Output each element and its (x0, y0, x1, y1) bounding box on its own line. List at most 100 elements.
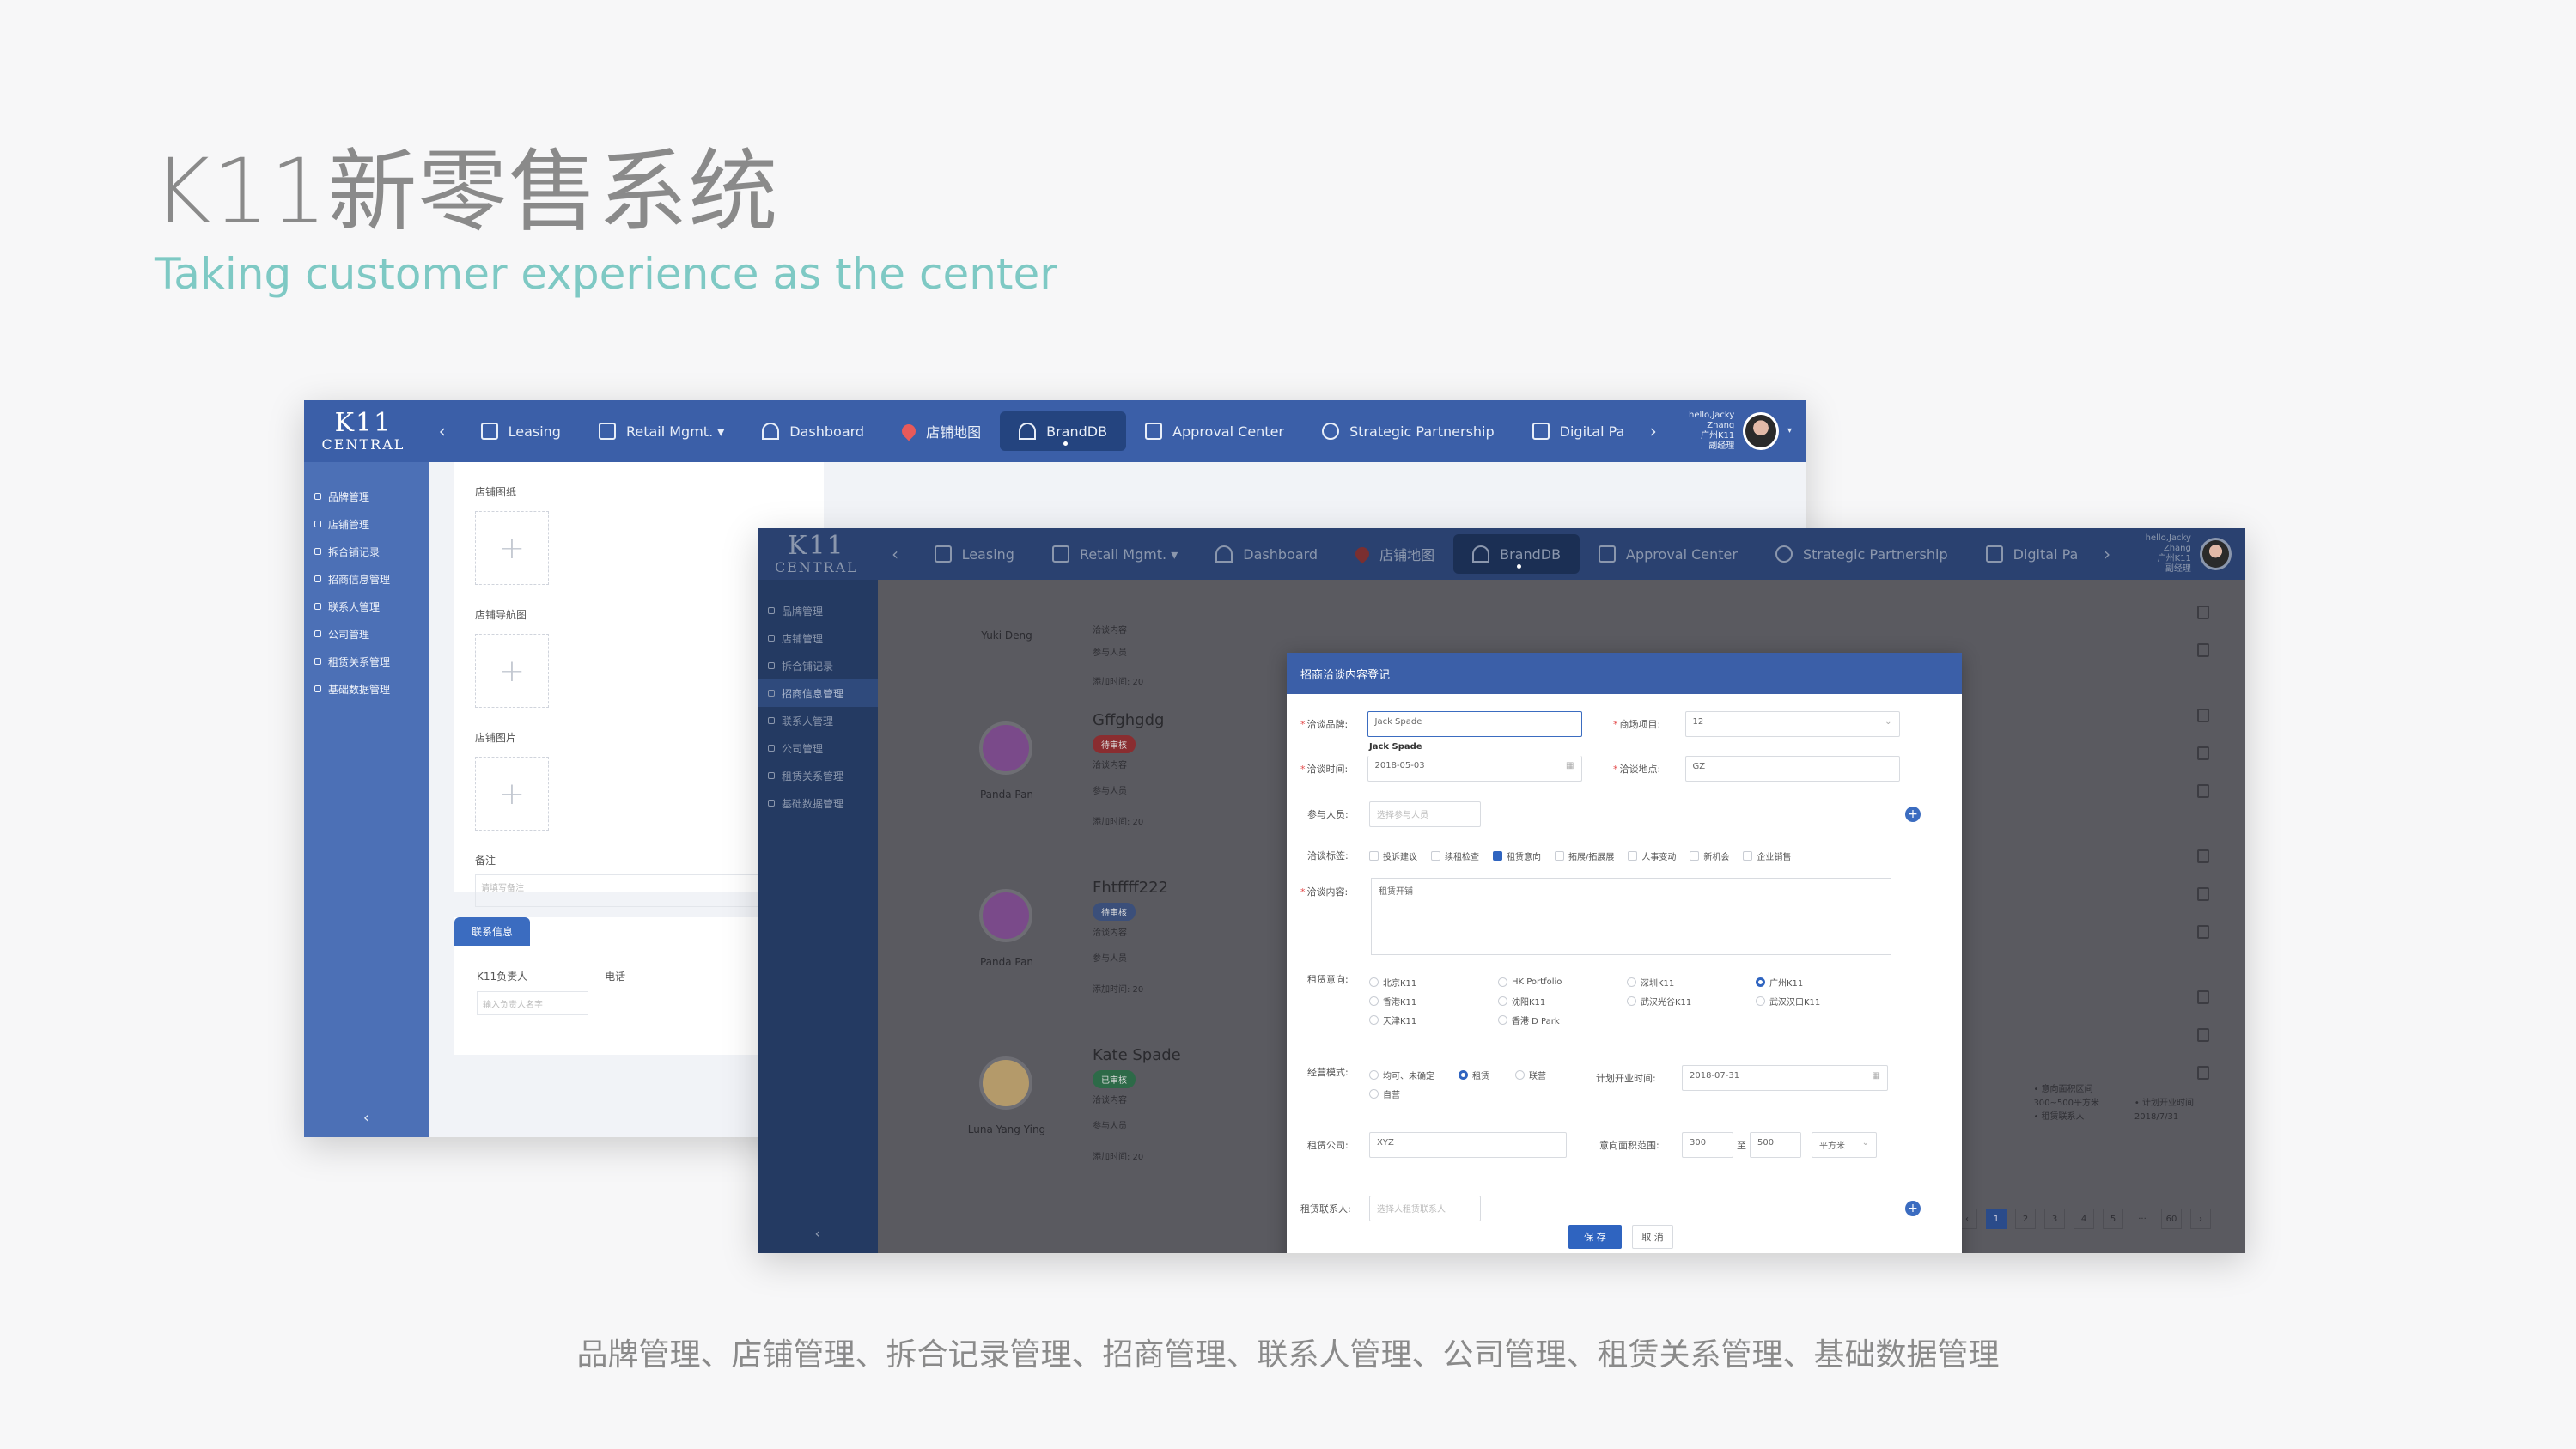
sidebar-item-leasing-info[interactable]: 招商信息管理 (758, 679, 878, 707)
nav-digital[interactable]: Digital Pa (1967, 534, 2098, 574)
add-people-button[interactable]: + (1905, 807, 1921, 822)
edit-icon[interactable] (2197, 1028, 2209, 1042)
time-input[interactable]: 2018-05-03 ▦ (1367, 756, 1582, 782)
sidebar-item-lease-relation[interactable]: 租赁关系管理 (304, 648, 429, 675)
page-button[interactable]: 60 (2161, 1209, 2182, 1229)
company-input[interactable]: XYZ (1369, 1132, 1567, 1158)
nav-approval-center[interactable]: Approval Center (1126, 411, 1303, 451)
cancel-button[interactable]: 取 消 (1632, 1225, 1673, 1249)
owner-input[interactable]: 输入负责人名字 (477, 991, 588, 1015)
contact-input[interactable]: 选择人租赁联系人 (1369, 1196, 1481, 1221)
sidebar-item-contacts[interactable]: 联系人管理 (304, 593, 429, 620)
tag-checkbox[interactable]: 企业销售 (1743, 849, 1791, 862)
area-to-input[interactable]: 500 (1750, 1132, 1801, 1158)
nav-prev-arrow-icon[interactable]: ‹ (875, 544, 916, 564)
user-menu[interactable]: hello,Jacky Zhang 广州K11 副经理 ▾ (1663, 411, 1806, 452)
list-item[interactable]: Panda Pan Fhtffff222 待审核 洽谈内容 参与人员 添加时间:… (955, 872, 1178, 1026)
delete-icon[interactable] (2197, 784, 2209, 798)
upload-drawing-button[interactable]: + (475, 511, 549, 585)
project-select[interactable]: 12 ⌄ (1684, 711, 1900, 737)
sidebar-item-company[interactable]: 公司管理 (758, 734, 878, 762)
brand-suggestion[interactable]: Jack Spade (1369, 742, 1422, 752)
intent-radio[interactable]: HK Portfolio (1498, 972, 1627, 991)
sidebar-item-leasing-info[interactable]: 招商信息管理 (304, 565, 429, 593)
area-unit-select[interactable]: 平方米 ⌄ (1812, 1132, 1877, 1158)
intent-radio[interactable]: 广州K11 (1756, 972, 1885, 991)
nav-strategic-partnership[interactable]: Strategic Partnership (1303, 411, 1513, 451)
nav-approval-center[interactable]: Approval Center (1580, 534, 1757, 574)
nav-next-arrow-icon[interactable]: › (1643, 421, 1663, 441)
page-button[interactable]: 3 (2044, 1209, 2065, 1229)
sidebar-item-lease-relation[interactable]: 租赁关系管理 (758, 762, 878, 789)
tag-checkbox[interactable]: 人事变动 (1628, 849, 1676, 862)
sidebar-item-base-data[interactable]: 基础数据管理 (304, 675, 429, 703)
nav-retail-mgmt[interactable]: Retail Mgmt. ▾ (580, 411, 743, 451)
nav-digital[interactable]: Digital Pa (1513, 411, 1644, 451)
nav-dashboard[interactable]: Dashboard (743, 411, 883, 451)
mode-radio[interactable]: 租赁 (1459, 1065, 1515, 1084)
nav-leasing[interactable]: Leasing (462, 411, 580, 451)
doc-icon[interactable] (2197, 849, 2209, 863)
tab-contact-info[interactable]: 联系信息 (454, 917, 531, 946)
page-button[interactable]: 1 (1986, 1209, 2007, 1229)
intent-radio[interactable]: 香港 D Park (1498, 1010, 1627, 1029)
mode-radio[interactable]: 联营 (1515, 1065, 1567, 1084)
edit-icon[interactable] (2197, 746, 2209, 760)
delete-icon[interactable] (2197, 925, 2209, 939)
nav-strategic-partnership[interactable]: Strategic Partnership (1757, 534, 1967, 574)
intent-radio[interactable]: 武汉汉口K11 (1756, 991, 1885, 1010)
page-button[interactable]: 5 (2103, 1209, 2123, 1229)
mode-radio[interactable]: 自营 (1369, 1084, 1498, 1103)
doc-icon[interactable] (2197, 990, 2209, 1004)
remark-input[interactable]: 请填写备注 (475, 874, 784, 907)
sidebar-item-split[interactable]: 拆合铺记录 (758, 652, 878, 679)
nav-dashboard[interactable]: Dashboard (1197, 534, 1337, 574)
delete-icon[interactable] (2197, 1066, 2209, 1080)
nav-prev-arrow-icon[interactable]: ‹ (423, 421, 462, 441)
avatar[interactable] (2199, 538, 2232, 570)
tag-checkbox[interactable]: 投诉建议 (1369, 849, 1417, 862)
list-item[interactable]: Yuki Deng 洽谈内容 参与人员 添加时间: 20 (955, 545, 1178, 700)
intent-radio[interactable]: 天津K11 (1369, 1010, 1498, 1029)
page-button[interactable]: 4 (2074, 1209, 2094, 1229)
doc-icon[interactable] (2197, 709, 2209, 722)
page-next-button[interactable]: › (2190, 1209, 2211, 1229)
edit-icon[interactable] (2197, 606, 2209, 619)
nav-next-arrow-icon[interactable]: › (2097, 544, 2116, 564)
edit-icon[interactable] (2197, 887, 2209, 901)
nav-branddb[interactable]: BrandDB (1000, 411, 1127, 451)
sidebar-item-split[interactable]: 拆合铺记录 (304, 538, 429, 565)
intent-radio[interactable]: 北京K11 (1369, 972, 1498, 991)
sidebar-item-brand[interactable]: 品牌管理 (304, 483, 429, 510)
sidebar-item-store[interactable]: 店铺管理 (304, 510, 429, 538)
sidebar-item-company[interactable]: 公司管理 (304, 620, 429, 648)
chevron-down-icon[interactable]: ▾ (1787, 426, 1792, 436)
avatar[interactable] (1743, 412, 1779, 450)
intent-radio[interactable]: 武汉光谷K11 (1627, 991, 1756, 1010)
collapse-sidebar-icon[interactable]: ‹ (758, 1225, 878, 1243)
user-menu[interactable]: hello,Jacky Zhang 广州K11 副经理 (2117, 533, 2245, 575)
nav-branddb[interactable]: BrandDB (1453, 534, 1580, 574)
tag-checkbox[interactable]: 续租检查 (1431, 849, 1479, 862)
list-item[interactable]: Panda Pan Gffghgdg 待审核 洽谈内容 参与人员 添加时间: 2… (955, 704, 1178, 859)
sidebar-item-base-data[interactable]: 基础数据管理 (758, 789, 878, 817)
tag-checkbox[interactable]: 租赁意向 (1493, 849, 1541, 862)
people-input[interactable]: 选择参与人员 (1369, 801, 1481, 827)
intent-radio[interactable]: 香港K11 (1369, 991, 1498, 1010)
sidebar-item-store[interactable]: 店铺管理 (758, 624, 878, 652)
nav-store-map[interactable]: 店铺地图 (883, 411, 1000, 451)
open-date-input[interactable]: 2018-07-31 ▦ (1682, 1065, 1888, 1091)
content-textarea[interactable]: 租赁开铺 (1371, 878, 1891, 955)
upload-photo-button[interactable]: + (475, 757, 549, 831)
sidebar-item-brand[interactable]: 品牌管理 (758, 597, 878, 624)
upload-nav-map-button[interactable]: + (475, 634, 549, 708)
mode-radio[interactable]: 均可、未确定 (1369, 1065, 1459, 1084)
area-from-input[interactable]: 300 (1682, 1132, 1733, 1158)
add-contact-button[interactable]: + (1905, 1201, 1921, 1216)
tag-checkbox[interactable]: 拓展/拓展展 (1555, 849, 1614, 862)
brand-input[interactable]: Jack Spade (1367, 711, 1582, 737)
intent-radio[interactable]: 深圳K11 (1627, 972, 1756, 991)
page-button[interactable]: 2 (2015, 1209, 2036, 1229)
list-item[interactable]: Luna Yang Ying Kate Spade 已审核 洽谈内容 参与人员 … (955, 1039, 1181, 1194)
save-button[interactable]: 保 存 (1568, 1225, 1622, 1249)
